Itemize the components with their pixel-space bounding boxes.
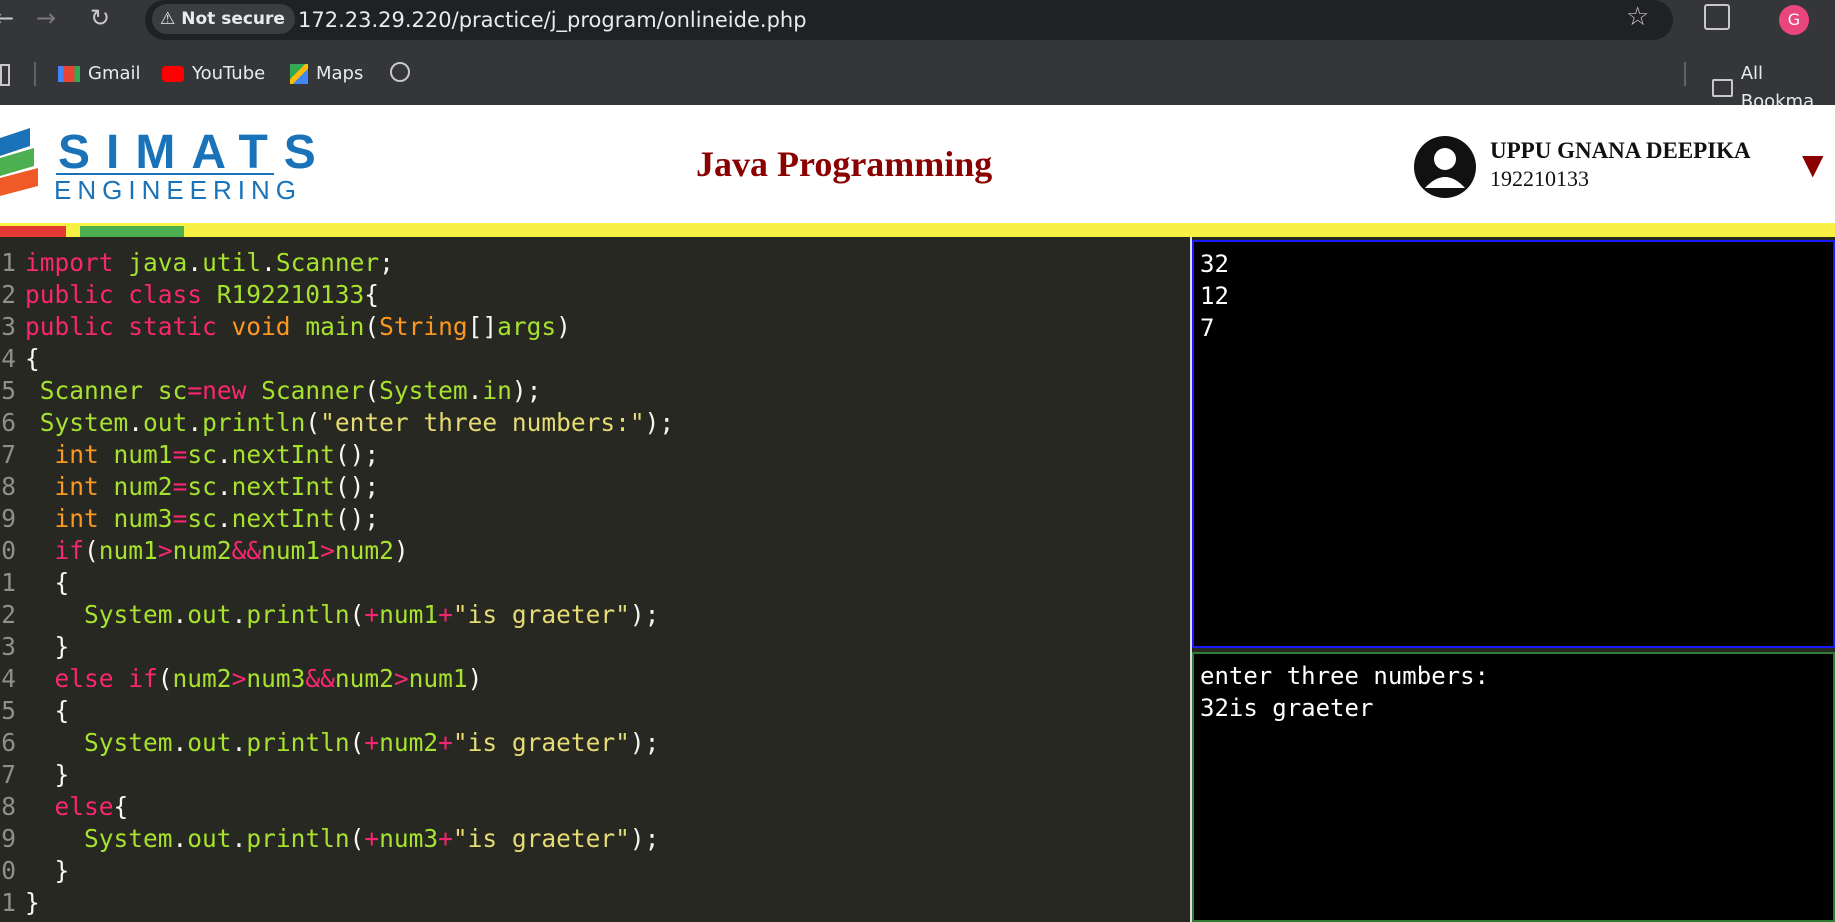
code-line: } — [25, 856, 70, 885]
line-number: 2 — [1, 600, 16, 629]
user-avatar-icon[interactable] — [1414, 136, 1476, 198]
code-line: } — [25, 632, 70, 661]
back-icon[interactable]: ← — [0, 4, 14, 32]
extensions-icon[interactable] — [1704, 4, 1730, 30]
line-number: 6 — [1, 408, 16, 437]
globe-icon[interactable] — [390, 62, 410, 82]
folder-icon — [1712, 79, 1733, 97]
bookmark-youtube[interactable]: YouTube — [162, 60, 265, 88]
code-line: int num1=sc.nextInt(); — [54, 440, 380, 469]
bookmarks-bar — [0, 40, 1835, 105]
code-line: else if(num2>num3&&num2>num1) — [54, 664, 483, 693]
stdout-console: enter three numbers: 32is graeter — [1192, 652, 1835, 922]
line-number: 1 — [1, 888, 16, 917]
code-line: public static void main(String[]args) — [25, 312, 571, 341]
code-line: import java.util.Scanner; — [25, 248, 394, 277]
line-number: 0 — [1, 536, 16, 565]
line-number: 4 — [1, 664, 16, 693]
code-editor[interactable]: 1 2 3 4 5 6 7 8 9 0 1 2 3 4 5 6 7 8 9 0 1 import java.util.S… — [0, 237, 1190, 922]
gmail-icon — [58, 66, 80, 82]
progress-stripe — [0, 223, 1835, 237]
reload-icon[interactable]: ↻ — [90, 4, 110, 32]
security-chip[interactable]: ⚠ Not secure — [152, 4, 295, 34]
code-line: { — [25, 696, 70, 725]
code-line: System.out.println(+num1+"is graeter"); — [84, 600, 660, 629]
line-number: 7 — [1, 760, 16, 789]
code-line: public class R192210133{ — [25, 280, 380, 309]
line-number: 4 — [1, 344, 16, 373]
bookmark-gmail[interactable]: Gmail — [58, 60, 141, 88]
code-line: else{ — [54, 792, 129, 821]
warning-icon: ⚠ — [160, 9, 176, 29]
youtube-icon — [162, 66, 184, 82]
stdin-console[interactable]: 32 12 7 — [1192, 240, 1835, 648]
code-line: int num2=sc.nextInt(); — [54, 472, 380, 501]
security-label: Not secure — [181, 9, 285, 29]
code-line: int num3=sc.nextInt(); — [54, 504, 380, 533]
maps-icon — [290, 64, 308, 84]
line-number: 5 — [1, 376, 16, 405]
line-number: 3 — [1, 632, 16, 661]
stripe-segment-green — [80, 226, 184, 237]
bookmark-label: YouTube — [192, 63, 266, 84]
code-line: } — [25, 888, 40, 917]
user-name: UPPU GNANA DEEPIKA — [1490, 138, 1751, 163]
star-icon[interactable]: ☆ — [1626, 2, 1649, 32]
user-id: 192210133 — [1490, 166, 1589, 191]
line-number: 5 — [1, 696, 16, 725]
line-number: 8 — [1, 792, 16, 821]
line-number: 2 — [1, 280, 16, 309]
line-number: 9 — [1, 824, 16, 853]
logo-mark — [0, 128, 40, 198]
logo-engineering: ENGINEERING — [54, 175, 303, 205]
bookmark-label: Maps — [316, 63, 364, 84]
code-line: Scanner sc=new Scanner(System.in); — [39, 376, 542, 405]
code-line: { — [25, 344, 40, 373]
line-number: 8 — [1, 472, 16, 501]
bookmark-label: Gmail — [88, 63, 141, 84]
apps-icon[interactable] — [0, 64, 10, 86]
line-number: 9 — [1, 504, 16, 533]
caret-down-icon[interactable]: ▼ — [1802, 148, 1824, 181]
code-line: System.out.println(+num2+"is graeter"); — [84, 728, 660, 757]
line-number: 1 — [1, 568, 16, 597]
bookmark-maps[interactable]: Maps — [290, 60, 363, 88]
line-number: 6 — [1, 728, 16, 757]
line-number: 7 — [1, 440, 16, 469]
stripe-segment-red — [0, 226, 66, 237]
code-line: if(num1>num2&&num1>num2) — [54, 536, 409, 565]
code-line: } — [25, 760, 70, 789]
code-line: System.out.println("enter three numbers:… — [39, 408, 675, 437]
profile-avatar[interactable]: G — [1779, 5, 1809, 35]
console-line: enter three numbers: — [1200, 662, 1489, 690]
page-title: Java Programming — [696, 144, 993, 184]
forward-icon[interactable]: → — [36, 4, 56, 32]
line-number: 3 — [1, 312, 16, 341]
bookmark-separator — [34, 62, 36, 86]
code-line: System.out.println(+num3+"is graeter"); — [84, 824, 660, 853]
logo-simats: SIMATS — [58, 126, 332, 179]
console-line: 32is graeter — [1200, 694, 1374, 722]
console-line: 32 — [1200, 250, 1229, 278]
line-number: 1 — [1, 248, 16, 277]
console-line: 7 — [1200, 314, 1215, 342]
bookmark-separator — [1684, 62, 1686, 86]
code-line: { — [25, 568, 70, 597]
url-text[interactable]: 172.23.29.220/practice/j_program/onlinei… — [298, 6, 807, 34]
console-line: 12 — [1200, 282, 1229, 310]
line-number: 0 — [1, 856, 16, 885]
